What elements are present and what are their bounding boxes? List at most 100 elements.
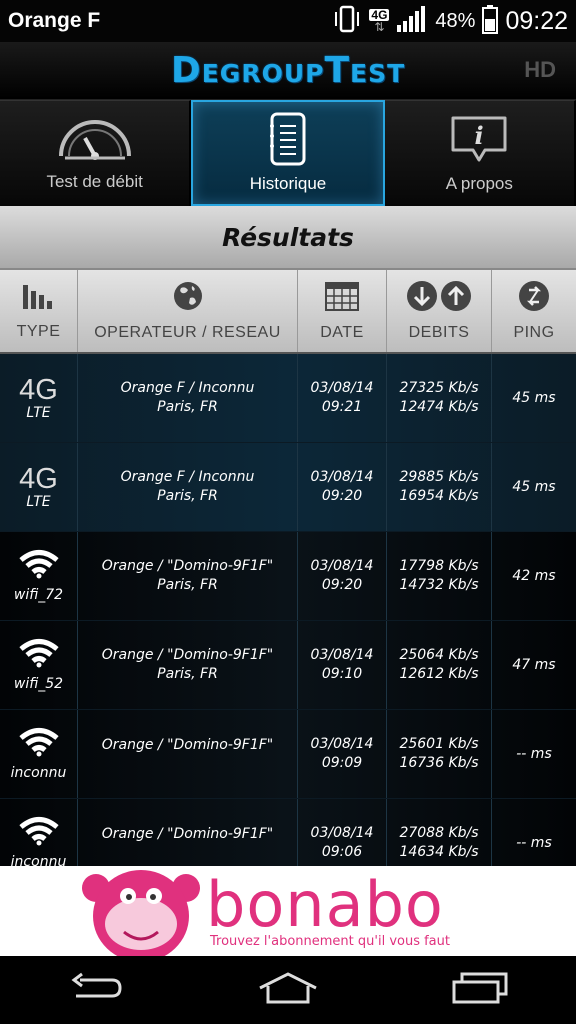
column-debits[interactable]: DEBITS xyxy=(387,270,492,352)
table-row[interactable]: wifi_52 Orange / "Domino-9F1F" Paris, FR… xyxy=(0,621,576,710)
time-value: 09:10 xyxy=(321,666,363,682)
location: Paris, FR xyxy=(157,399,218,415)
download-speed: 25601 Kb/s xyxy=(399,736,479,752)
time-value: 09:21 xyxy=(321,399,363,415)
download-speed: 29885 Kb/s xyxy=(399,469,479,485)
tab-historique[interactable]: Historique xyxy=(191,100,385,206)
operator-cell: Orange F / Inconnu Paris, FR xyxy=(78,443,298,531)
type-cell: wifi_72 xyxy=(0,532,78,620)
column-operateur[interactable]: OPERATEUR / RESEAU xyxy=(78,270,298,352)
app-header: DegroupTest HD xyxy=(0,42,576,100)
column-label: OPERATEUR / RESEAU xyxy=(94,324,281,341)
date-value: 03/08/14 xyxy=(310,469,374,485)
info-bubble-icon: i xyxy=(447,114,511,170)
table-row[interactable]: 4G LTE Orange F / Inconnu Paris, FR 03/0… xyxy=(0,443,576,532)
operator-cell: Orange / "Domino-9F1F" xyxy=(78,710,298,798)
page-title: Résultats xyxy=(222,222,354,252)
operator-name: Orange / "Domino-9F1F" xyxy=(101,558,274,574)
column-type[interactable]: TYPE xyxy=(0,270,78,352)
type-label: wifi_52 xyxy=(13,675,64,692)
date-value: 03/08/14 xyxy=(310,647,374,663)
time-value: 09:20 xyxy=(321,488,363,504)
time-value: 09:06 xyxy=(321,844,363,860)
ping-value: -- ms xyxy=(516,745,552,762)
debits-cell: 29885 Kb/s 16954 Kb/s xyxy=(387,443,492,531)
carrier-name: Orange F xyxy=(8,9,101,32)
debits-cell: 25601 Kb/s 16736 Kb/s xyxy=(387,710,492,798)
date-cell: 03/08/14 09:10 xyxy=(298,621,387,709)
results-header: Résultats xyxy=(0,206,576,270)
wifi-icon xyxy=(18,816,59,852)
download-speed: 17798 Kb/s xyxy=(399,558,479,574)
type-label: LTE xyxy=(26,404,51,421)
type-label: inconnu xyxy=(10,853,67,867)
operator-name: Orange / "Domino-9F1F" xyxy=(101,826,274,842)
upload-speed: 12474 Kb/s xyxy=(399,399,479,415)
upload-speed: 14634 Kb/s xyxy=(399,844,479,860)
table-row[interactable]: 4G LTE Orange F / Inconnu Paris, FR 03/0… xyxy=(0,354,576,443)
location: Paris, FR xyxy=(157,666,218,682)
bar-chart-icon xyxy=(21,281,57,315)
date-value: 03/08/14 xyxy=(310,380,374,396)
lte-icon: 4G xyxy=(19,462,58,495)
time-value: 09:20 xyxy=(321,577,363,593)
notepad-icon xyxy=(268,112,308,170)
debits-cell: 27325 Kb/s 12474 Kb/s xyxy=(387,354,492,442)
hd-badge: HD xyxy=(524,57,556,82)
recent-apps-icon xyxy=(450,970,510,1010)
table-row[interactable]: wifi_72 Orange / "Domino-9F1F" Paris, FR… xyxy=(0,532,576,621)
ping-cell: -- ms xyxy=(492,799,576,866)
vibrate-icon xyxy=(332,4,362,38)
ping-value: -- ms xyxy=(516,834,552,851)
type-label: wifi_72 xyxy=(13,586,64,603)
debits-cell: 27088 Kb/s 14634 Kb/s xyxy=(387,799,492,866)
ping-cell: 45 ms xyxy=(492,354,576,442)
column-date[interactable]: DATE xyxy=(298,270,387,352)
type-cell: 4G LTE xyxy=(0,354,78,442)
ping-cell: 47 ms xyxy=(492,621,576,709)
debits-cell: 25064 Kb/s 12612 Kb/s xyxy=(387,621,492,709)
ad-banner[interactable]: bonabo Trouvez l'abonnement qu'il vous f… xyxy=(0,866,576,956)
operator-cell: Orange / "Domino-9F1F" xyxy=(78,799,298,866)
table-row[interactable]: inconnu Orange / "Domino-9F1F" 03/08/14 … xyxy=(0,799,576,866)
clock: 09:22 xyxy=(505,6,568,35)
time-value: 09:09 xyxy=(321,755,363,771)
column-label: DEBITS xyxy=(408,324,470,341)
type-label: LTE xyxy=(26,493,51,510)
operator-name: Orange / "Domino-9F1F" xyxy=(101,647,274,663)
date-cell: 03/08/14 09:09 xyxy=(298,710,387,798)
home-button[interactable] xyxy=(248,965,328,1015)
ping-cell: 42 ms xyxy=(492,532,576,620)
column-ping[interactable]: PING xyxy=(492,270,576,352)
speedometer-icon xyxy=(55,116,135,168)
upload-speed: 16736 Kb/s xyxy=(399,755,479,771)
status-icons: 4G ⇅ 48% 09:22 xyxy=(332,0,568,42)
ad-tagline: Trouvez l'abonnement qu'il vous faut xyxy=(210,934,450,949)
globe-icon xyxy=(172,280,204,316)
ping-icon xyxy=(518,280,550,316)
tab-test-de-debit[interactable]: Test de débit xyxy=(0,100,192,206)
location: Paris, FR xyxy=(157,577,218,593)
wifi-icon xyxy=(18,549,59,585)
ping-value: 45 ms xyxy=(512,389,556,406)
download-speed: 27088 Kb/s xyxy=(399,825,479,841)
operator-name: Orange F / Inconnu xyxy=(120,380,255,396)
upload-speed: 14732 Kb/s xyxy=(399,577,479,593)
download-speed: 27325 Kb/s xyxy=(399,380,479,396)
tab-a-propos[interactable]: i A propos xyxy=(384,100,576,206)
date-value: 03/08/14 xyxy=(310,825,374,841)
operator-cell: Orange / "Domino-9F1F" Paris, FR xyxy=(78,532,298,620)
down-up-arrows-icon xyxy=(406,280,472,316)
ping-value: 42 ms xyxy=(512,567,556,584)
operator-cell: Orange F / Inconnu Paris, FR xyxy=(78,354,298,442)
recent-apps-button[interactable] xyxy=(440,965,520,1015)
tab-label: Historique xyxy=(249,174,327,193)
download-speed: 25064 Kb/s xyxy=(399,647,479,663)
wifi-icon xyxy=(18,638,59,674)
back-button[interactable] xyxy=(56,965,136,1015)
network-4g-icon: 4G ⇅ xyxy=(369,8,390,34)
app-logo: DegroupTest xyxy=(170,50,406,91)
table-row[interactable]: inconnu Orange / "Domino-9F1F" 03/08/14 … xyxy=(0,710,576,799)
ping-value: 45 ms xyxy=(512,478,556,495)
monkey-mascot-icon xyxy=(76,866,206,956)
